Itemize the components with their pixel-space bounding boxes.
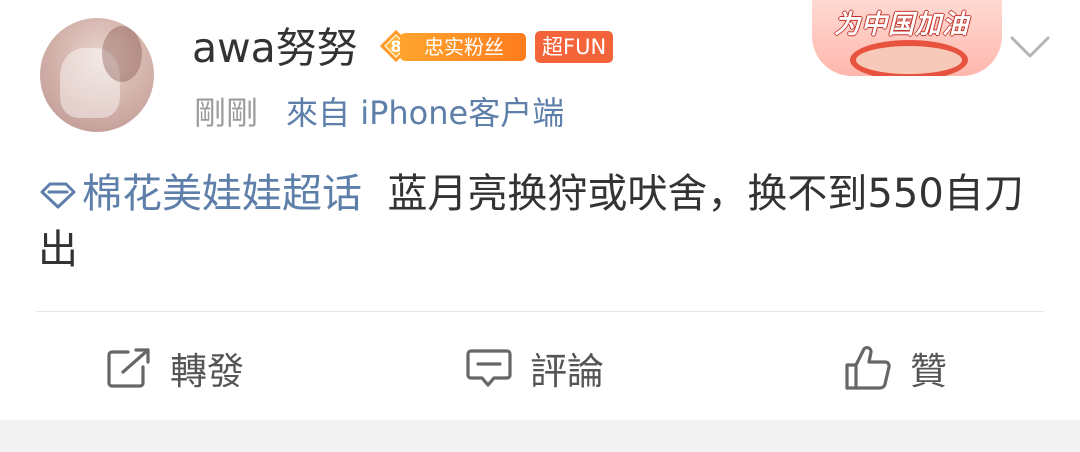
post-content: 棉花美娃娃超话 蓝月亮换狩或吠舍，换不到550自刀出 [38,166,1048,278]
fan-badge-label: 忠实粉丝 [400,33,526,61]
like-button[interactable]: 贊 [844,338,947,398]
post-source[interactable]: 來自 iPhone客户端 [286,94,564,132]
stadium-icon [850,40,968,76]
promo-text: 为中国加油 [834,10,970,40]
comment-label: 評論 [530,350,604,393]
comment-button[interactable]: 評論 [466,338,604,398]
topic-label: 棉花美娃娃超话 [82,171,362,217]
topic-link[interactable]: 棉花美娃娃超话 [38,171,362,217]
fan-badge[interactable]: 8 忠实粉丝 [376,27,526,65]
like-icon [845,346,891,390]
post-card: awa努努 8 忠实粉丝 超FUN 剛剛 來自 iPhone客户端 为中国加油 棉… [0,0,1080,420]
promo-badge[interactable]: 为中国加油 [812,0,1002,76]
post-time: 剛剛 [194,94,259,132]
topic-diamond-icon [40,182,76,209]
username[interactable]: awa努努 [192,22,358,74]
divider [36,311,1044,312]
fun-badge[interactable]: 超FUN [535,31,614,63]
avatar[interactable] [40,18,154,132]
like-label: 贊 [910,350,947,393]
repost-label: 轉發 [170,350,244,393]
repost-icon [107,348,150,388]
comment-icon [466,349,512,387]
avatar-shadow [102,26,142,82]
post-meta: 剛剛 來自 iPhone客户端 [194,90,564,136]
chevron-down-icon[interactable] [1008,34,1052,60]
repost-button[interactable]: 轉發 [106,338,244,398]
